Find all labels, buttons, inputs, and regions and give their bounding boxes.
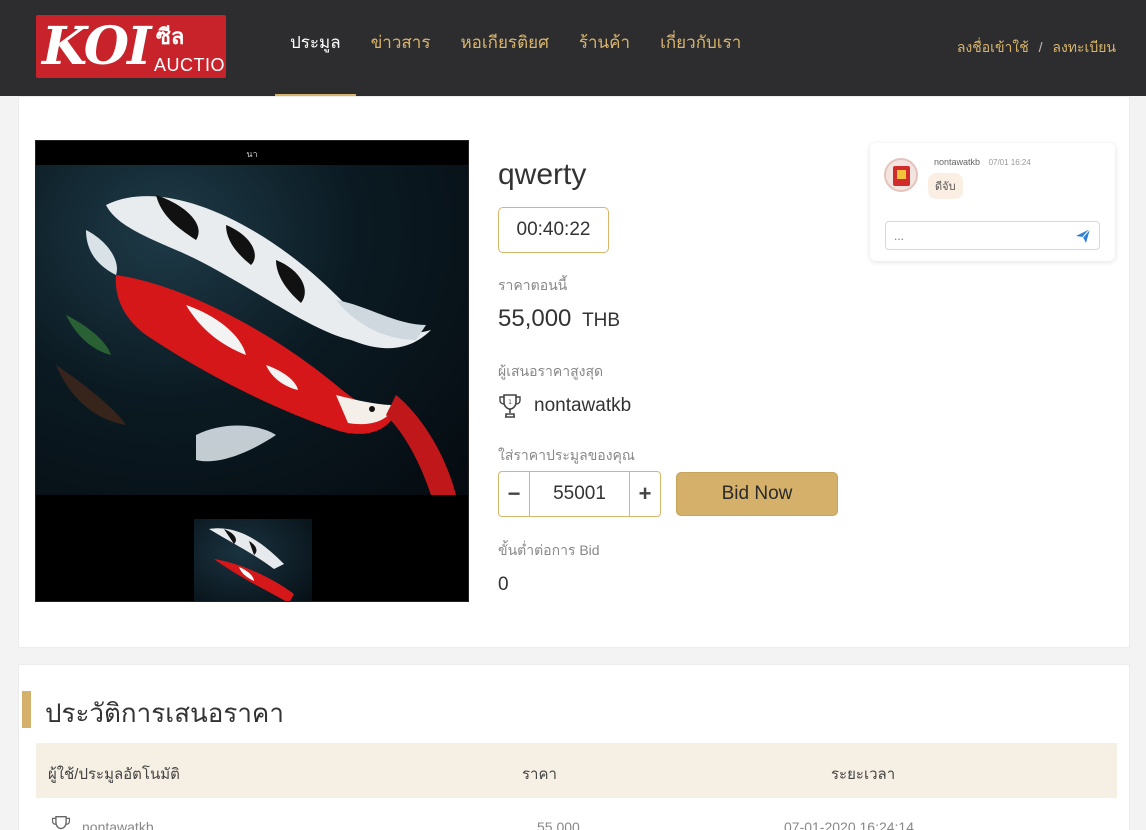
koi-main-photo bbox=[36, 165, 468, 495]
logo-text: KOI bbox=[42, 16, 151, 77]
column-price: ราคา bbox=[522, 766, 557, 783]
bid-amount-input[interactable] bbox=[530, 472, 629, 516]
auth-separator: / bbox=[1038, 39, 1043, 55]
current-price-label: ราคาตอนนี้ bbox=[498, 277, 568, 293]
koi-thumbnail[interactable] bbox=[194, 519, 312, 601]
bid-amount-stepper: − + bbox=[498, 471, 661, 517]
row-user: nontawatkb bbox=[82, 819, 154, 830]
koi-auction-logo[interactable]: KOI ซีล AUCTION bbox=[36, 15, 226, 78]
bid-history-section: ประวัติการเสนอราคา ผู้ใช้/ประมูลอัตโนมัต… bbox=[18, 664, 1130, 830]
koi-photo-image bbox=[56, 195, 456, 495]
send-icon[interactable] bbox=[1075, 228, 1091, 244]
bid-history-table-header: ผู้ใช้/ประมูลอัตโนมัติ ราคา ระยะเวลา bbox=[36, 743, 1117, 798]
koi-photo-viewer[interactable]: นา bbox=[35, 140, 469, 602]
nav-news[interactable]: ข่าวสาร bbox=[356, 0, 446, 96]
chat-username: nontawatkb bbox=[934, 157, 981, 167]
nav-shop[interactable]: ร้านค้า bbox=[564, 0, 645, 96]
chat-message-meta: nontawatkb 07/01 16:24 bbox=[934, 157, 1031, 167]
top-bidder-name: nontawatkb bbox=[534, 395, 632, 416]
top-bidder: 1 nontawatkb bbox=[498, 392, 631, 420]
currency: THB bbox=[582, 310, 621, 331]
login-link[interactable]: ลงชื่อเข้าใช้ bbox=[957, 39, 1029, 55]
min-bid-step-label: ขั้นต่ำต่อการ Bid bbox=[498, 542, 600, 558]
thumbnail-image bbox=[209, 528, 294, 601]
nav-hall-of-fame[interactable]: หอเกียรติยศ bbox=[445, 0, 563, 96]
increase-bid-button[interactable]: + bbox=[629, 472, 660, 516]
auth-links: ลงชื่อเข้าใช้ / ลงทะเบียน bbox=[957, 37, 1116, 59]
your-bid-label: ใส่ราคาประมูลของคุณ bbox=[498, 447, 635, 463]
decrease-bid-button[interactable]: − bbox=[499, 472, 530, 516]
trophy-icon bbox=[51, 816, 71, 830]
min-bid-step-value: 0 bbox=[498, 574, 509, 595]
logo-subtitle: AUCTION bbox=[154, 55, 226, 75]
current-price-value: 55,000 bbox=[498, 305, 572, 332]
chat-timestamp: 07/01 16:24 bbox=[988, 158, 1031, 167]
item-title: qwerty bbox=[498, 158, 587, 191]
current-price: 55,000 THB bbox=[498, 305, 620, 333]
avatar-detail bbox=[897, 170, 906, 179]
photo-caption: นา bbox=[246, 149, 258, 159]
logo-mark: ซีล bbox=[156, 25, 185, 50]
chat-panel: nontawatkb 07/01 16:24 ดีจับ bbox=[870, 143, 1115, 261]
main-nav: ประมูล ข่าวสาร หอเกียรติยศ ร้านค้า เกี่ย… bbox=[275, 0, 756, 100]
chat-message-bubble: ดีจับ bbox=[928, 173, 963, 199]
bid-history-title: ประวัติการเสนอราคา bbox=[45, 698, 284, 728]
chat-input-box bbox=[885, 221, 1100, 250]
trophy-icon: 1 bbox=[499, 394, 521, 418]
nav-about[interactable]: เกี่ยวกับเรา bbox=[645, 0, 756, 96]
column-time: ระยะเวลา bbox=[831, 766, 896, 783]
section-accent-bar bbox=[22, 691, 31, 728]
column-user: ผู้ใช้/ประมูลอัตโนมัติ bbox=[48, 766, 180, 783]
chat-user-avatar bbox=[884, 158, 918, 192]
row-price: 55,000 bbox=[537, 819, 580, 830]
top-bidder-label: ผู้เสนอราคาสูงสุด bbox=[498, 363, 604, 379]
chat-input[interactable] bbox=[894, 222, 1064, 249]
table-row: nontawatkb 55,000 07-01-2020 16:24:14 bbox=[36, 812, 1117, 830]
nav-auction[interactable]: ประมูล bbox=[275, 0, 356, 100]
top-navbar: KOI ซีล AUCTION ประมูล ข่าวสาร หอเกียรติ… bbox=[0, 0, 1146, 100]
register-link[interactable]: ลงทะเบียน bbox=[1052, 39, 1116, 55]
row-time: 07-01-2020 16:24:14 bbox=[784, 819, 914, 830]
svg-text:1: 1 bbox=[508, 399, 512, 406]
bid-now-button[interactable]: Bid Now bbox=[676, 472, 838, 516]
countdown-timer: 00:40:22 bbox=[498, 207, 609, 253]
